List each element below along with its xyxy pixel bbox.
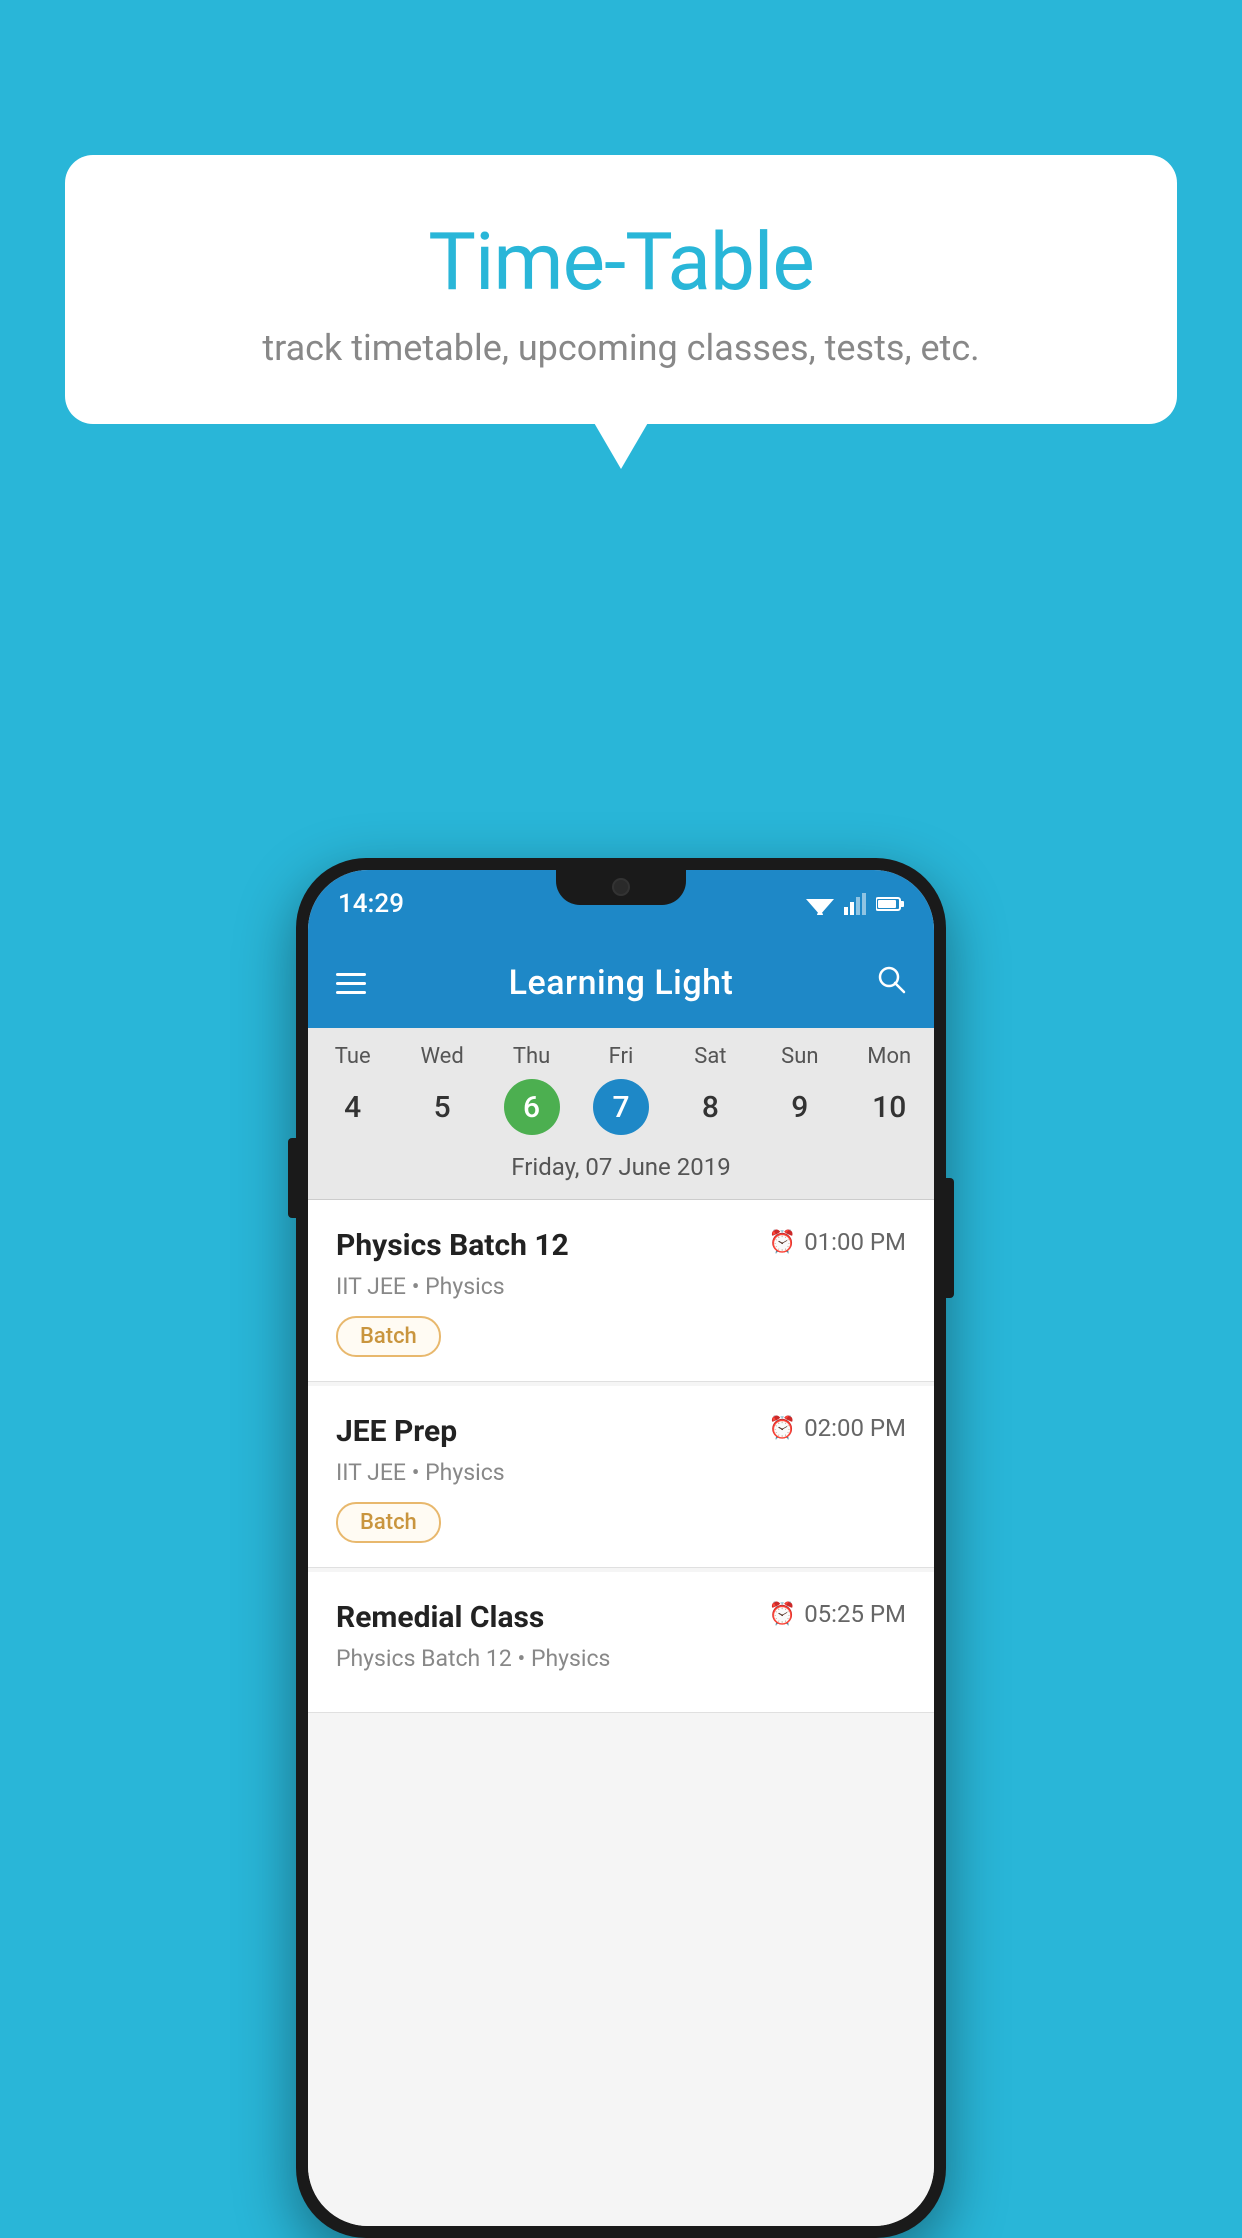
- class-time-text: 05:25 PM: [804, 1600, 906, 1628]
- classes-list: Physics Batch 12 ⏰ 01:00 PM IIT JEE • Ph…: [308, 1200, 934, 2226]
- class-time: ⏰ 05:25 PM: [769, 1600, 906, 1628]
- day-number: 10: [861, 1079, 917, 1135]
- day-number: 9: [772, 1079, 828, 1135]
- class-item-header: Physics Batch 12 ⏰ 01:00 PM: [336, 1228, 906, 1263]
- class-time-text: 01:00 PM: [804, 1228, 906, 1256]
- class-time-text: 02:00 PM: [804, 1414, 906, 1442]
- class-name: Remedial Class: [336, 1600, 769, 1635]
- class-meta: Physics Batch 12 • Physics: [336, 1645, 906, 1672]
- day-col-sat[interactable]: Sat 8: [670, 1044, 750, 1135]
- day-col-thu[interactable]: Thu 6: [492, 1044, 572, 1135]
- clock-icon: ⏰: [769, 1230, 796, 1255]
- clock-icon: ⏰: [769, 1416, 796, 1441]
- class-item-header: JEE Prep ⏰ 02:00 PM: [336, 1414, 906, 1449]
- day-name: Sat: [694, 1044, 726, 1069]
- class-time: ⏰ 02:00 PM: [769, 1414, 906, 1442]
- day-name: Wed: [420, 1044, 463, 1069]
- day-number: 4: [325, 1079, 381, 1135]
- day-number: 6: [504, 1079, 560, 1135]
- batch-badge: Batch: [336, 1502, 441, 1543]
- day-name: Tue: [335, 1044, 371, 1069]
- class-item-header: Remedial Class ⏰ 05:25 PM: [336, 1600, 906, 1635]
- class-item-2[interactable]: Remedial Class ⏰ 05:25 PM Physics Batch …: [308, 1572, 934, 1713]
- wifi-icon: [806, 893, 834, 915]
- day-number: 7: [593, 1079, 649, 1135]
- calendar-selected-date: Friday, 07 June 2019: [308, 1143, 934, 1200]
- class-time: ⏰ 01:00 PM: [769, 1228, 906, 1256]
- day-name: Mon: [867, 1044, 911, 1069]
- tooltip-subtitle: track timetable, upcoming classes, tests…: [115, 327, 1127, 369]
- batch-badge: Batch: [336, 1316, 441, 1357]
- app-bar-title: Learning Light: [509, 963, 734, 1003]
- tooltip-card: Time-Table track timetable, upcoming cla…: [65, 155, 1177, 424]
- clock-icon: ⏰: [769, 1602, 796, 1627]
- class-name: Physics Batch 12: [336, 1228, 769, 1263]
- day-col-tue[interactable]: Tue 4: [313, 1044, 393, 1135]
- phone-frame: 14:29: [296, 858, 946, 2238]
- status-time: 14:29: [338, 889, 404, 919]
- day-name: Fri: [609, 1044, 634, 1069]
- day-name: Thu: [513, 1044, 550, 1069]
- battery-icon: [876, 896, 904, 912]
- day-name: Sun: [781, 1044, 818, 1069]
- hamburger-menu-button[interactable]: [336, 973, 366, 994]
- tooltip-title: Time-Table: [115, 215, 1127, 309]
- signal-icon: [844, 893, 866, 915]
- day-col-wed[interactable]: Wed 5: [402, 1044, 482, 1135]
- day-number: 5: [414, 1079, 470, 1135]
- notch-camera: [612, 878, 630, 896]
- status-bar: 14:29: [308, 870, 934, 938]
- app-bar: Learning Light: [308, 938, 934, 1028]
- notch: [556, 870, 686, 905]
- day-col-mon[interactable]: Mon 10: [849, 1044, 929, 1135]
- class-item-1[interactable]: JEE Prep ⏰ 02:00 PM IIT JEE • Physics Ba…: [308, 1386, 934, 1568]
- day-col-sun[interactable]: Sun 9: [760, 1044, 840, 1135]
- search-button[interactable]: [876, 964, 906, 1002]
- class-name: JEE Prep: [336, 1414, 769, 1449]
- class-meta: IIT JEE • Physics: [336, 1273, 906, 1300]
- class-meta: IIT JEE • Physics: [336, 1459, 906, 1486]
- day-col-fri[interactable]: Fri 7: [581, 1044, 661, 1135]
- calendar-week-header: Tue 4 Wed 5 Thu 6 Fri 7 Sat 8 Sun 9 Mon 10: [308, 1028, 934, 1143]
- status-icons: [806, 893, 904, 915]
- phone-screen: 14:29: [308, 870, 934, 2226]
- class-item-0[interactable]: Physics Batch 12 ⏰ 01:00 PM IIT JEE • Ph…: [308, 1200, 934, 1382]
- day-number: 8: [682, 1079, 738, 1135]
